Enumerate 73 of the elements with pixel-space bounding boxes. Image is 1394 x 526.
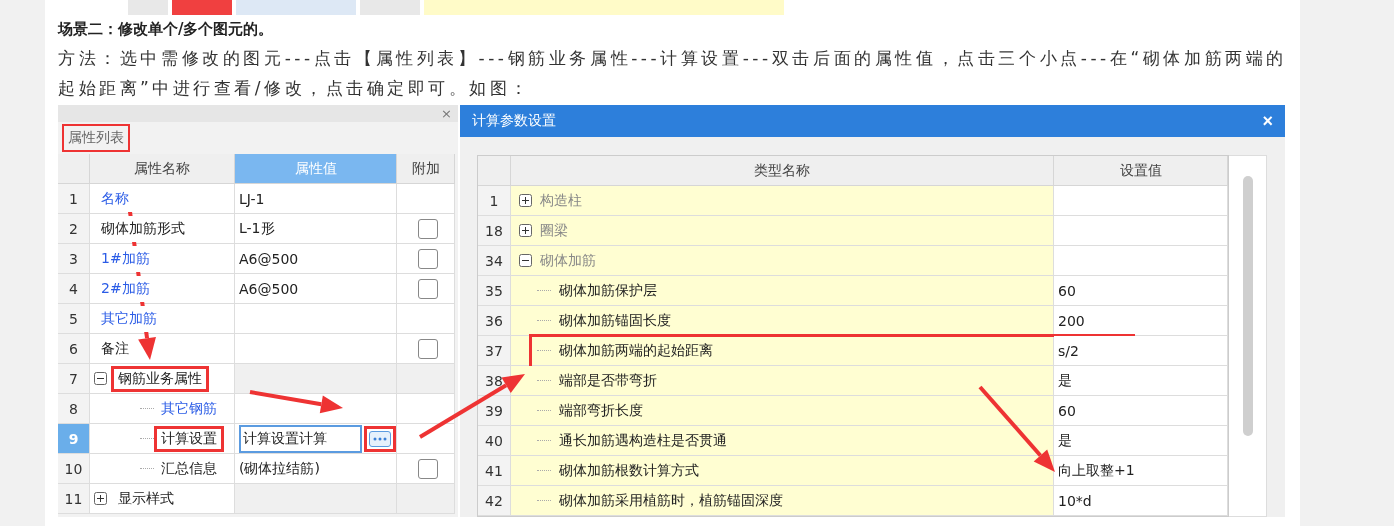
checkbox[interactable] <box>417 248 438 269</box>
parameter-name: 砌体加筋锚固长度 <box>559 311 671 330</box>
collapse-icon[interactable] <box>519 254 532 267</box>
property-value: A6@500 <box>239 280 299 297</box>
parameter-value: 是 <box>1058 371 1072 390</box>
expand-icon[interactable] <box>94 492 107 505</box>
checkbox[interactable] <box>417 218 438 239</box>
row-number: 6 <box>58 334 90 364</box>
row-number: 41 <box>478 456 511 486</box>
section-heading: 场景二：修改单个/多个图元的。 <box>58 19 275 40</box>
parameter-value: s/2 <box>1058 342 1079 359</box>
row-number: 42 <box>478 486 511 516</box>
row-number: 8 <box>58 394 90 424</box>
column-header: 属性值 <box>235 154 397 184</box>
parameter-value: 是 <box>1058 431 1072 450</box>
parameter-name: 砌体加筋保护层 <box>559 281 657 300</box>
parameter-name: 砌体加筋两端的起始距离 <box>559 341 713 360</box>
property-name: 钢筋业务属性 <box>111 365 209 392</box>
group-name: 圈梁 <box>540 221 568 240</box>
checkbox[interactable] <box>417 278 438 299</box>
row-number: 10 <box>58 454 90 484</box>
group-name: 砌体加筋 <box>540 251 596 270</box>
checkbox[interactable] <box>417 338 438 359</box>
row-number: 34 <box>478 246 511 276</box>
row-number: 36 <box>478 306 511 336</box>
property-value: L-1形 <box>239 219 275 238</box>
parameter-name: 端部是否带弯折 <box>559 371 657 390</box>
parameter-name: 通长加筋遇构造柱是否贯通 <box>559 431 727 450</box>
row-number: 1 <box>58 184 90 214</box>
dialog-title: 计算参数设置 <box>472 112 556 130</box>
row-number: 18 <box>478 216 511 246</box>
scrollbar-thumb[interactable] <box>1242 176 1253 436</box>
row-number: 1 <box>478 186 511 216</box>
parameter-value: 10*d <box>1058 492 1092 509</box>
parameter-name: 砌体加筋根数计算方式 <box>559 461 699 480</box>
property-value: LJ-1 <box>239 190 265 207</box>
row-number: 35 <box>478 276 511 306</box>
column-header: 类型名称 <box>511 156 1054 186</box>
close-button[interactable]: × <box>1262 110 1273 132</box>
row-number: 40 <box>478 426 511 456</box>
column-header: 设置值 <box>1054 156 1228 186</box>
parameter-name: 端部弯折长度 <box>559 401 643 420</box>
row-number: 2 <box>58 214 90 244</box>
parameter-value: 60 <box>1058 282 1076 299</box>
parameter-value: 200 <box>1058 312 1085 329</box>
property-name: 计算设置 <box>154 425 224 452</box>
parameter-value: 60 <box>1058 402 1076 419</box>
collapse-icon[interactable] <box>94 372 107 385</box>
property-value: A6@500 <box>239 250 299 267</box>
parameter-value: 向上取整+1 <box>1058 461 1135 480</box>
row-number: 9 <box>58 424 90 454</box>
instruction-paragraph: 方法：选中需修改的图元---点击【属性列表】---钢筋业务属性---计算设置---双击后面的属性值，点击三个小点---在“砌体加筋两端的起始距离”中进行查看/修改，点击确定即可。如图： <box>58 47 1287 100</box>
column-header: 属性名称 <box>90 154 235 184</box>
table-cell <box>397 394 455 424</box>
row-number: 5 <box>58 304 90 334</box>
parameter-name: 砌体加筋采用植筋时，植筋锚固深度 <box>559 491 783 510</box>
property-value: (砌体拉结筋) <box>239 459 320 478</box>
row-number: 4 <box>58 274 90 304</box>
group-name: 构造柱 <box>540 191 582 210</box>
expand-icon[interactable] <box>519 194 532 207</box>
panel-title: 属性列表 <box>62 124 130 152</box>
value-field[interactable]: 计算设置计算 <box>239 424 362 453</box>
expand-icon[interactable] <box>519 224 532 237</box>
checkbox[interactable] <box>417 458 438 479</box>
row-number: 37 <box>478 336 511 366</box>
more-button[interactable] <box>369 430 391 447</box>
column-header: 附加 <box>397 154 455 184</box>
row-number: 11 <box>58 484 90 514</box>
row-number: 39 <box>478 396 511 426</box>
row-number: 7 <box>58 364 90 394</box>
ellipsis-icon <box>373 436 387 441</box>
close-button[interactable]: × <box>441 105 452 122</box>
row-number: 3 <box>58 244 90 274</box>
